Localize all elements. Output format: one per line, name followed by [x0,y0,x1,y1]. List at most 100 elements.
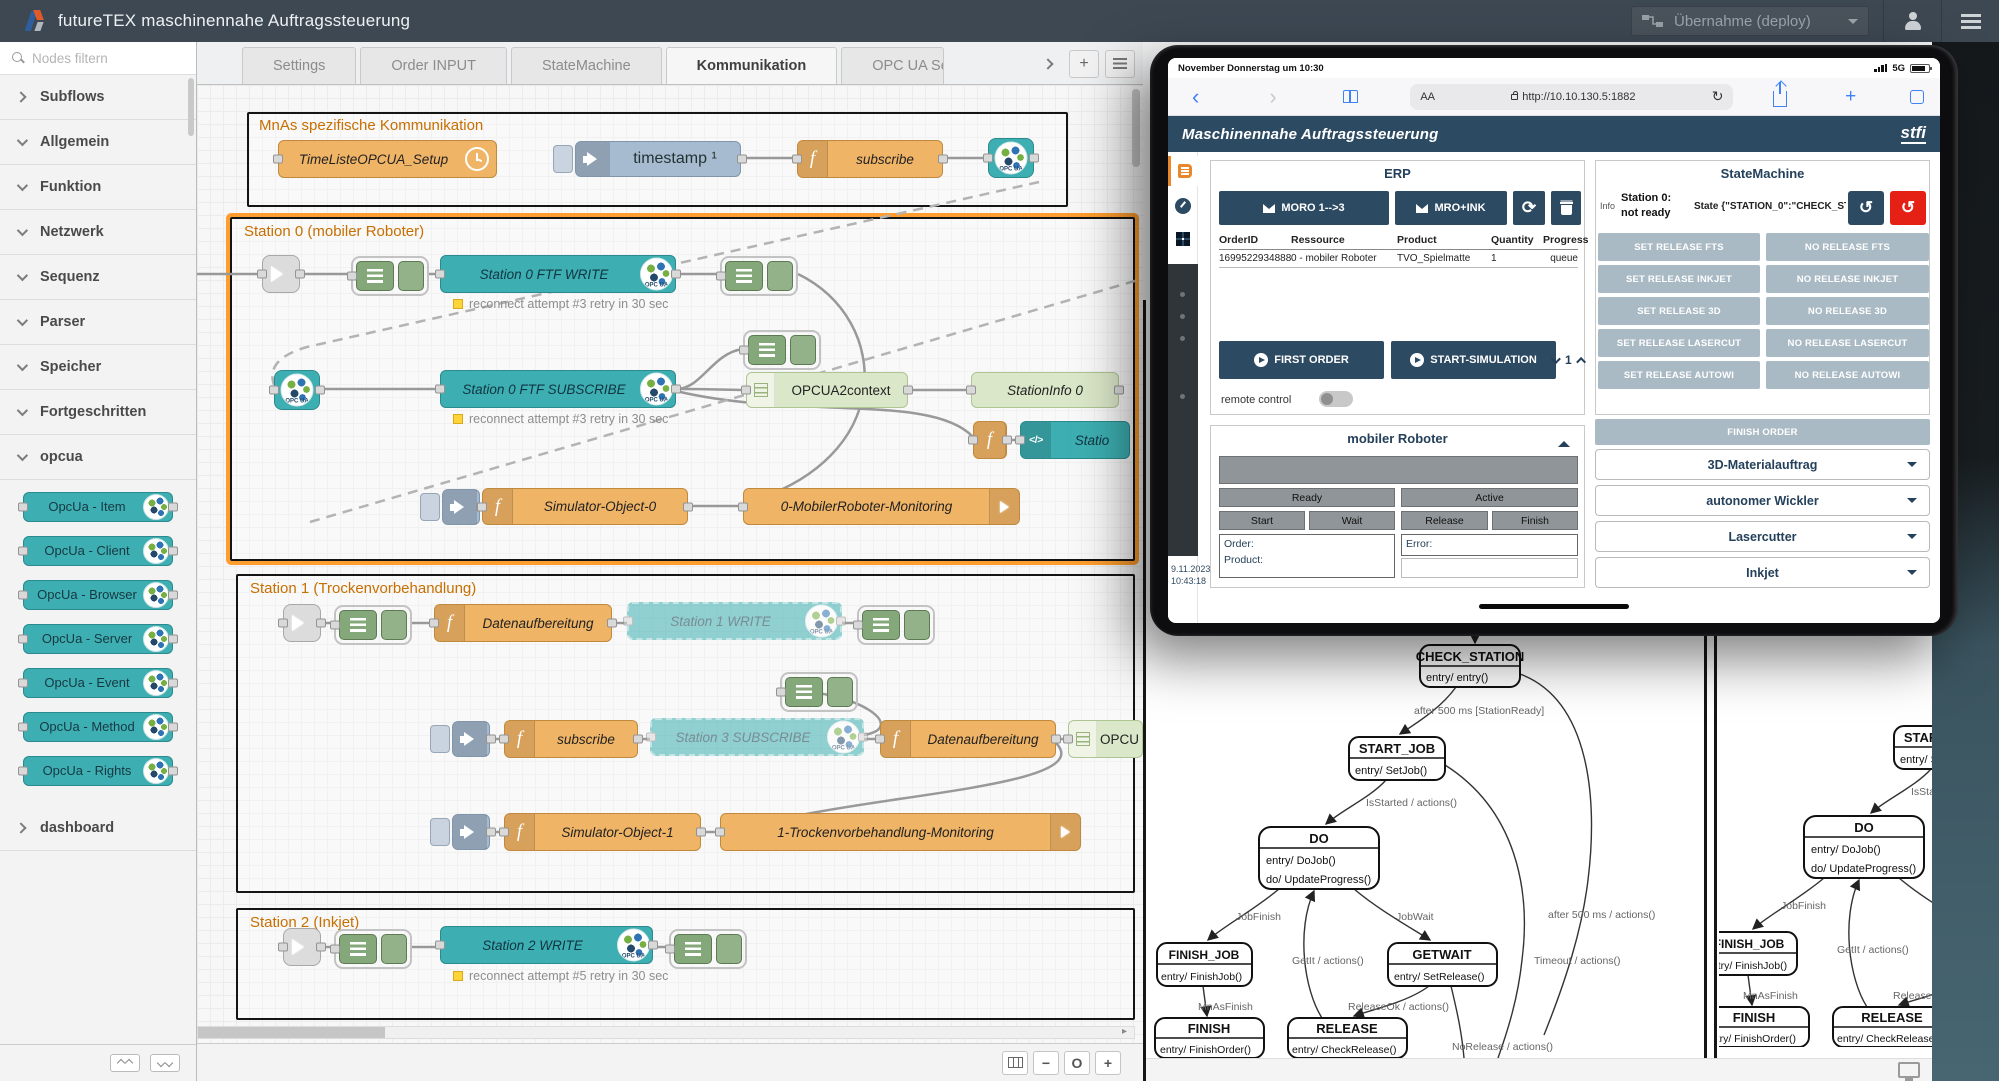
deploy-caret-icon[interactable] [1848,19,1858,29]
release-button[interactable]: Release [1401,511,1488,530]
palette-category-parser[interactable]: Parser [0,300,196,345]
main-menu-button[interactable] [1941,0,1999,42]
order-count-stepper[interactable]: 1 [1551,353,1586,367]
debug-toggle-button[interactable] [904,610,930,640]
reload-button[interactable]: ↻ [1712,88,1724,105]
remote-control-toggle[interactable] [1319,391,1353,407]
tab-order-input[interactable]: Order INPUT [360,47,507,84]
node-timeliste-opcua-setup[interactable]: TimeListeOPCUA_Setup [278,140,497,178]
palette-category-sequenz[interactable]: Sequenz [0,255,196,300]
order-row[interactable]: 16995229348880 - mobiler RoboterTVO_Spie… [1219,250,1578,268]
collapse-all-button[interactable] [110,1054,140,1072]
palette-category-funktion[interactable]: Funktion [0,165,196,210]
inject-button[interactable] [430,818,450,846]
node-opcua-item[interactable] [988,138,1034,178]
palette-node-opcua-server[interactable]: OpcUa - Server [23,624,173,654]
dashboard-gauge-icon[interactable] [1175,198,1191,214]
node-subscribe-1[interactable]: f subscribe [504,720,638,758]
palette-category-dashboard[interactable]: dashboard [0,806,196,851]
debug-toggle-button[interactable] [716,934,742,964]
inject-button[interactable] [430,725,450,753]
debug-toggle-button[interactable] [398,261,424,291]
palette-node-opcua-method[interactable]: OpcUa - Method [23,712,173,742]
node-inject[interactable] [430,814,490,850]
start-button[interactable]: Start [1219,511,1305,530]
palette-search[interactable]: Nodes filtern [0,42,196,75]
palette-category-speicher[interactable]: Speicher [0,345,196,390]
text-size-button[interactable]: AA [1420,91,1435,103]
refresh-orders-button[interactable]: ⟳ [1513,191,1545,225]
inject-button[interactable] [553,145,573,173]
node-simulator-object-1[interactable]: f Simulator-Object-1 [504,813,701,851]
node-station0-ftf-write[interactable]: Station 0 FTF WRITE [440,255,676,293]
dropdown-lasercutter[interactable]: Lasercutter [1595,521,1930,552]
tabs-icon[interactable] [1910,90,1924,104]
stepper-down-icon[interactable] [1551,354,1561,364]
palette-category-subflows[interactable]: Subflows [0,75,196,120]
palette-node-opcua-client[interactable]: OpcUa - Client [23,536,173,566]
node-inject[interactable] [420,489,480,525]
debug-toggle-button[interactable] [767,261,793,291]
zoom-out-button[interactable]: − [1033,1051,1059,1075]
dropdown-autonomer-wickler[interactable]: autonomer Wickler [1595,485,1930,516]
node-debug[interactable] [720,256,798,296]
finish-button[interactable]: Finish [1492,511,1578,530]
no-release-fts-button[interactable]: NO RELEASE FTS [1766,233,1929,261]
node-datenaufbereitung-2[interactable]: f Datenaufbereitung [880,720,1056,758]
zoom-in-button[interactable]: + [1095,1051,1121,1075]
node-simulator-object-0[interactable]: f Simulator-Object-0 [482,488,688,525]
finish-order-button[interactable]: FINISH ORDER [1595,419,1930,445]
node-station0-ftf-subscribe[interactable]: Station 0 FTF SUBSCRIBE [440,370,676,408]
node-mobilerroboter-monitoring[interactable]: 0-MobilerRoboter-Monitoring [743,488,1020,525]
deploy-button[interactable]: Übernahme (deploy) [1631,6,1869,36]
add-flow-button[interactable]: + [1069,50,1099,78]
tab-opcua-server[interactable]: OPC UA Se [841,47,944,84]
node-station2-write[interactable]: Station 2 WRITE [440,926,653,964]
active-button[interactable]: Active [1401,488,1578,507]
forward-button[interactable]: › [1269,86,1276,108]
set-release-inkjet-button[interactable]: SET RELEASE INKJET [1598,265,1760,293]
expand-all-button[interactable] [150,1054,180,1072]
node-link-in[interactable] [262,255,300,293]
node-station1-write[interactable]: Station 1 WRITE [627,602,842,640]
set-release-fts-button[interactable]: SET RELEASE FTS [1598,233,1760,261]
reset-button[interactable]: ↺ [1890,191,1926,225]
node-debug[interactable] [334,929,412,969]
home-indicator[interactable] [1479,604,1629,609]
zoom-reset-button[interactable]: O [1064,1051,1090,1075]
set-release-lasercut-button[interactable]: SET RELEASE LASERCUT [1598,329,1760,357]
node-datenaufbereitung-1[interactable]: f Datenaufbereitung [434,604,612,642]
node-station3-subscribe[interactable]: Station 3 SUBSCRIBE [650,718,864,756]
tab-kommunikation[interactable]: Kommunikation [666,47,838,84]
no-release-autowi-button[interactable]: NO RELEASE AUTOWI [1766,361,1929,389]
dropdown-3d-materialauftrag[interactable]: 3D-Materialauftrag [1595,449,1930,480]
palette-scrollbar[interactable] [188,78,194,136]
back-button[interactable]: ‹ [1192,86,1199,108]
monitor-icon[interactable] [1898,1062,1920,1078]
palette-node-opcua-event[interactable]: OpcUa - Event [23,668,173,698]
first-order-button[interactable]: FIRST ORDER [1219,341,1384,379]
undo-button[interactable]: ↺ [1848,191,1884,225]
debug-toggle-button[interactable] [381,934,407,964]
url-field[interactable]: AA http://10.10.130.5:1882 ↻ [1410,84,1733,110]
set-release-autowi-button[interactable]: SET RELEASE AUTOWI [1598,361,1760,389]
no-release-3d-button[interactable]: NO RELEASE 3D [1766,297,1929,325]
tab-settings[interactable]: Settings [242,47,356,84]
node-opcua-item-small[interactable] [274,370,320,410]
collapse-caret-icon[interactable] [1558,435,1570,447]
no-release-inkjet-button[interactable]: NO RELEASE INKJET [1766,265,1929,293]
stepper-up-icon[interactable] [1576,356,1586,366]
no-release-lasercut-button[interactable]: NO RELEASE LASERCUT [1766,329,1929,357]
debug-toggle-button[interactable] [381,610,407,640]
delete-orders-button[interactable] [1551,191,1581,225]
tab-scroll-right-button[interactable] [1033,50,1063,78]
tab-statemachine[interactable]: StateMachine [511,47,662,84]
start-simulation-button[interactable]: START-SIMULATION [1391,341,1556,379]
node-debug[interactable] [743,330,821,370]
roboter-title[interactable]: mobiler Roboter [1211,426,1584,446]
debug-toggle-button[interactable] [790,335,816,365]
inject-button[interactable] [420,493,440,521]
new-tab-button[interactable]: + [1845,87,1856,106]
moro-button[interactable]: MORO 1-->3 [1219,191,1389,225]
node-station-template[interactable]: </> Statio [1020,421,1130,459]
